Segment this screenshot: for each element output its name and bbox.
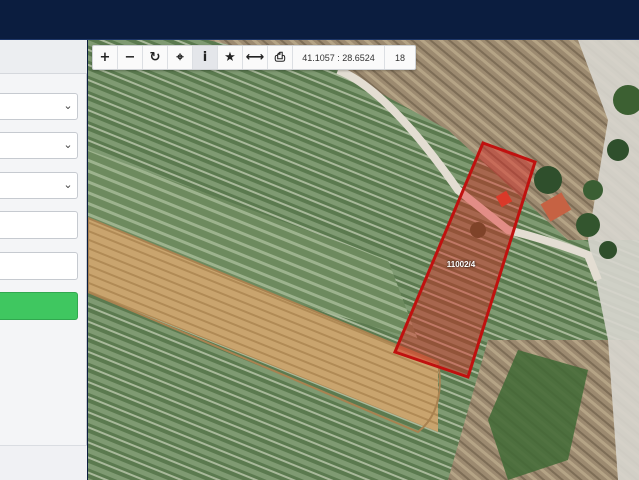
star-icon[interactable]: ★ [218,46,243,69]
info-icon[interactable]: i [193,46,218,69]
sidebar-header [0,40,87,74]
measure-icon[interactable]: ⟷ [243,46,268,69]
district-select[interactable]: ⌄ [0,132,78,159]
map-toolbar: + − ↻ ⌖ i ★ ⟷ ⎙ 41.1057 : 28.6524 18 [92,45,416,70]
satellite-imagery [88,40,639,480]
top-header-bar [0,0,639,40]
parcel-label: 11002/4 [446,260,476,269]
block-number-input[interactable] [0,211,78,239]
province-select[interactable]: ⌄ [0,93,78,120]
zoom-level-readout: 18 [394,52,405,63]
locate-icon[interactable]: ⌖ [168,46,193,69]
satellite-map[interactable]: 11002/4 [88,40,639,480]
query-sidebar: ⌄ ⌄ ⌄ [0,40,87,480]
print-icon[interactable]: ⎙ [268,46,293,69]
zoom-out-icon[interactable]: − [118,46,143,69]
parcel-number-input[interactable] [0,252,78,280]
refresh-icon[interactable]: ↻ [143,46,168,69]
coordinates-readout: 41.1057 : 28.6524 [293,46,385,69]
chevron-down-icon: ⌄ [63,99,73,112]
query-submit-button[interactable] [0,292,78,320]
neighborhood-select[interactable]: ⌄ [0,172,78,199]
chevron-down-icon: ⌄ [63,138,73,151]
sidebar-footer [0,445,87,480]
chevron-down-icon: ⌄ [63,178,73,191]
zoom-in-icon[interactable]: + [93,46,118,69]
